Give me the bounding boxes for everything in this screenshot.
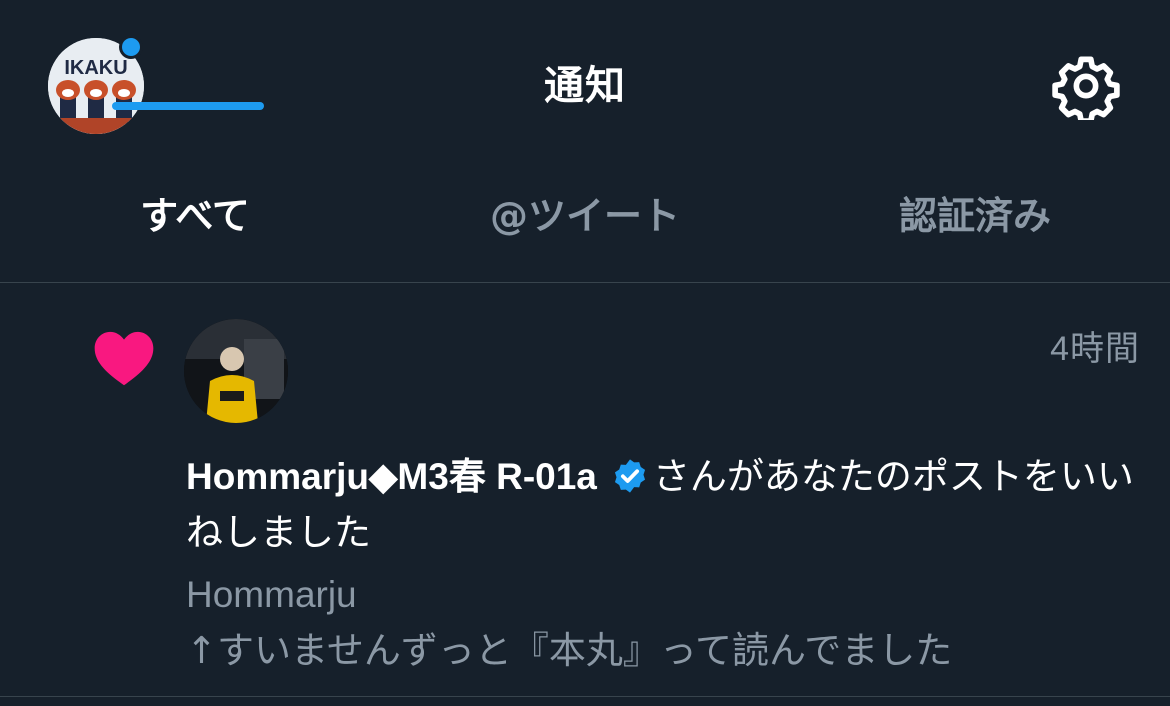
tab-verified-label: 認証済み [898, 194, 1051, 238]
tab-verified[interactable]: 認証済み [780, 170, 1170, 282]
tab-mentions-label: @ツイート [489, 194, 680, 238]
tweet-author: Hommarju [186, 574, 357, 615]
header: IKAKU 通知 [0, 0, 1170, 170]
tweet-text: ↑すいませんずっと『本丸』って読んでました [186, 629, 953, 672]
gear-icon [1052, 56, 1120, 124]
tab-bar: すべて @ツイート 認証済み [0, 170, 1170, 282]
unread-dot [119, 35, 143, 59]
active-tab-indicator [112, 102, 264, 110]
tab-all-label: すべて [140, 194, 250, 238]
tab-all[interactable]: すべて [0, 170, 390, 282]
verified-badge-icon [614, 459, 645, 493]
tab-mentions[interactable]: @ツイート [390, 170, 780, 282]
heart-icon [94, 331, 154, 386]
notification-message: Hommarju◆M3春 R-01a さんがあなたのポストをいいねしました [186, 449, 1146, 561]
notification-time: 4時間 [1050, 330, 1140, 368]
notifications-screen: IKAKU 通知 すべて @ツイート 認証済み 4時間 Hommarju◆M3春… [0, 0, 1170, 706]
settings-button[interactable] [1052, 52, 1120, 124]
bottom-divider [0, 696, 1170, 697]
actor-name[interactable]: Hommarju◆M3春 R-01a [186, 456, 597, 497]
actor-avatar-image [184, 319, 288, 423]
actor-avatar[interactable] [184, 319, 288, 423]
notification-item[interactable]: 4時間 Hommarju◆M3春 R-01a さんがあなたのポストをいいねしまし… [0, 283, 1170, 696]
